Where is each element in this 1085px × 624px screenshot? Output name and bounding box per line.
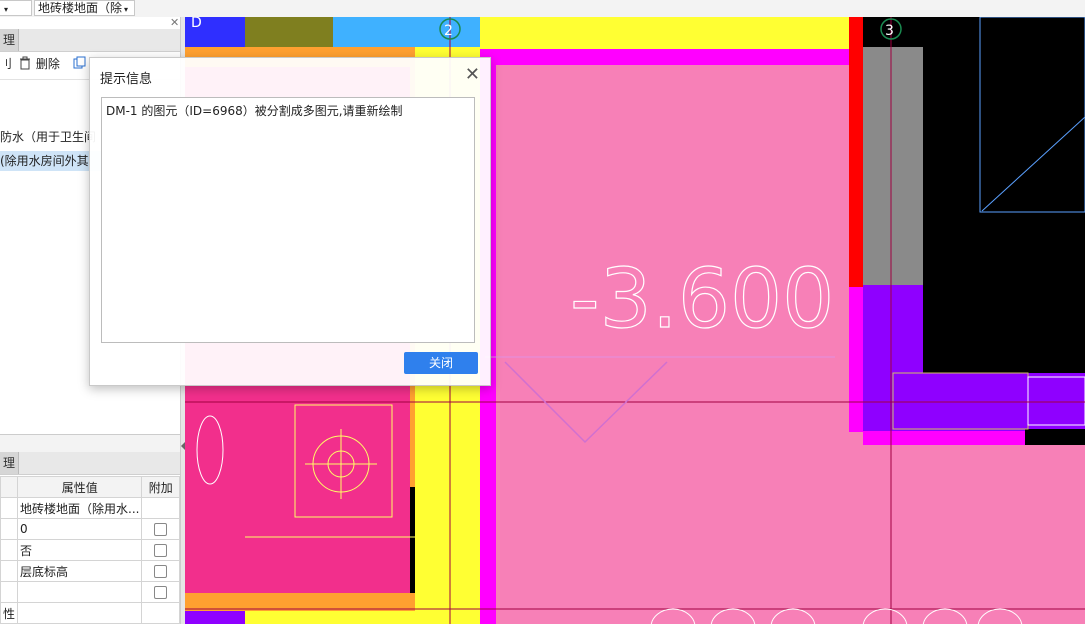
close-button[interactable]: 关闭 [404,352,478,374]
yellow-top-band [480,17,850,49]
attach-cell [141,602,180,624]
list-item-label: (除用水房间外其 [0,154,89,168]
property-value[interactable]: 0 [17,518,143,540]
property-value[interactable]: 否 [17,539,143,561]
purple-block-3 [1025,373,1085,429]
property-value[interactable]: 地砖楼地面（除用水... [17,497,143,519]
black-room [923,17,1085,373]
pink-room-ext [850,432,895,624]
olive-block [245,17,333,47]
delete-button[interactable]: 删除 [18,56,60,72]
property-tab[interactable]: 理 [0,452,19,474]
pink-room-right [895,445,1085,624]
property-value[interactable] [17,581,143,603]
table-row[interactable]: 地砖楼地面（除用水... [0,497,180,519]
table-row[interactable]: 0 [0,518,180,540]
attach-checkbox[interactable] [154,544,168,557]
table-row[interactable]: 性 [0,602,180,624]
floor-combo[interactable]: ▾ [0,0,32,16]
property-name [0,539,19,561]
magenta-strip [863,431,1025,445]
elevation-label: -3.600 [570,252,834,347]
table-row[interactable] [0,581,180,603]
top-toolbar: ▾ 地砖楼地面（除 ▾ [0,0,1085,18]
table-row[interactable]: 层底标高 [0,560,180,582]
property-panel-titlebar [0,434,180,453]
delete-label: 删除 [35,57,60,71]
copy-button[interactable]: 刂 [0,56,12,72]
orange-bottom [185,593,415,611]
attach-cell [141,560,180,582]
attach-cell [141,518,180,540]
red-column [849,17,863,287]
chevron-down-icon: ▾ [124,5,129,14]
property-value[interactable]: 层底标高 [17,560,143,582]
attach-checkbox[interactable] [154,586,168,599]
grid-label-d: D [191,17,202,31]
property-name [0,581,19,603]
dialog-message: DM-1 的图元（ID=6968）被分割成多图元,请重新绘制 [106,104,403,118]
cyan-block [333,17,480,47]
attach-cell [141,581,180,603]
attach-cell [141,497,180,519]
property-name-header [0,476,19,498]
gray-block [863,47,923,287]
magenta-column [849,287,863,432]
property-name: 性 [0,602,19,624]
duplicate-icon [73,56,86,69]
attach-checkbox[interactable] [154,565,168,578]
attach-checkbox[interactable] [154,523,168,536]
list-item-label: 防水（用于卫生间 [0,130,97,144]
yellow-bottom [245,611,415,624]
component-combo[interactable]: 地砖楼地面（除 ▾ [34,0,135,16]
property-value[interactable] [17,602,143,624]
info-dialog: 提示信息 ✕ DM-1 的图元（ID=6968）被分割成多图元,请重新绘制 关闭 [89,57,491,386]
property-grid-header: 属性值 附加 [0,476,180,498]
property-name [0,518,19,540]
chevron-down-icon: ▾ [4,5,9,14]
close-icon[interactable]: ✕ [465,64,480,85]
property-name [0,560,19,582]
component-panel-header: 理 [0,29,180,52]
duplicate-button[interactable] [73,56,87,72]
attach-cell [141,539,180,561]
trash-icon [20,56,30,70]
dialog-message-box: DM-1 的图元（ID=6968）被分割成多图元,请重新绘制 [101,97,475,343]
component-manage-tab[interactable]: 理 [0,29,19,51]
magenta-wall-top [480,49,850,65]
property-grid: 属性值 附加 地砖楼地面（除用水... 0 否 层底标高 性 [0,476,180,624]
grid-label-3: 3 [885,23,894,39]
grid-label-2: 2 [444,23,453,39]
purple-corner [185,611,245,624]
dialog-title: 提示信息 [100,72,153,87]
component-combo-value: 地砖楼地面（除 [38,1,123,15]
property-panel-header: 理 [0,452,180,475]
property-attach-header: 附加 [141,476,180,498]
table-row[interactable]: 否 [0,539,180,561]
property-value-header: 属性值 [17,476,143,498]
property-name [0,497,19,519]
